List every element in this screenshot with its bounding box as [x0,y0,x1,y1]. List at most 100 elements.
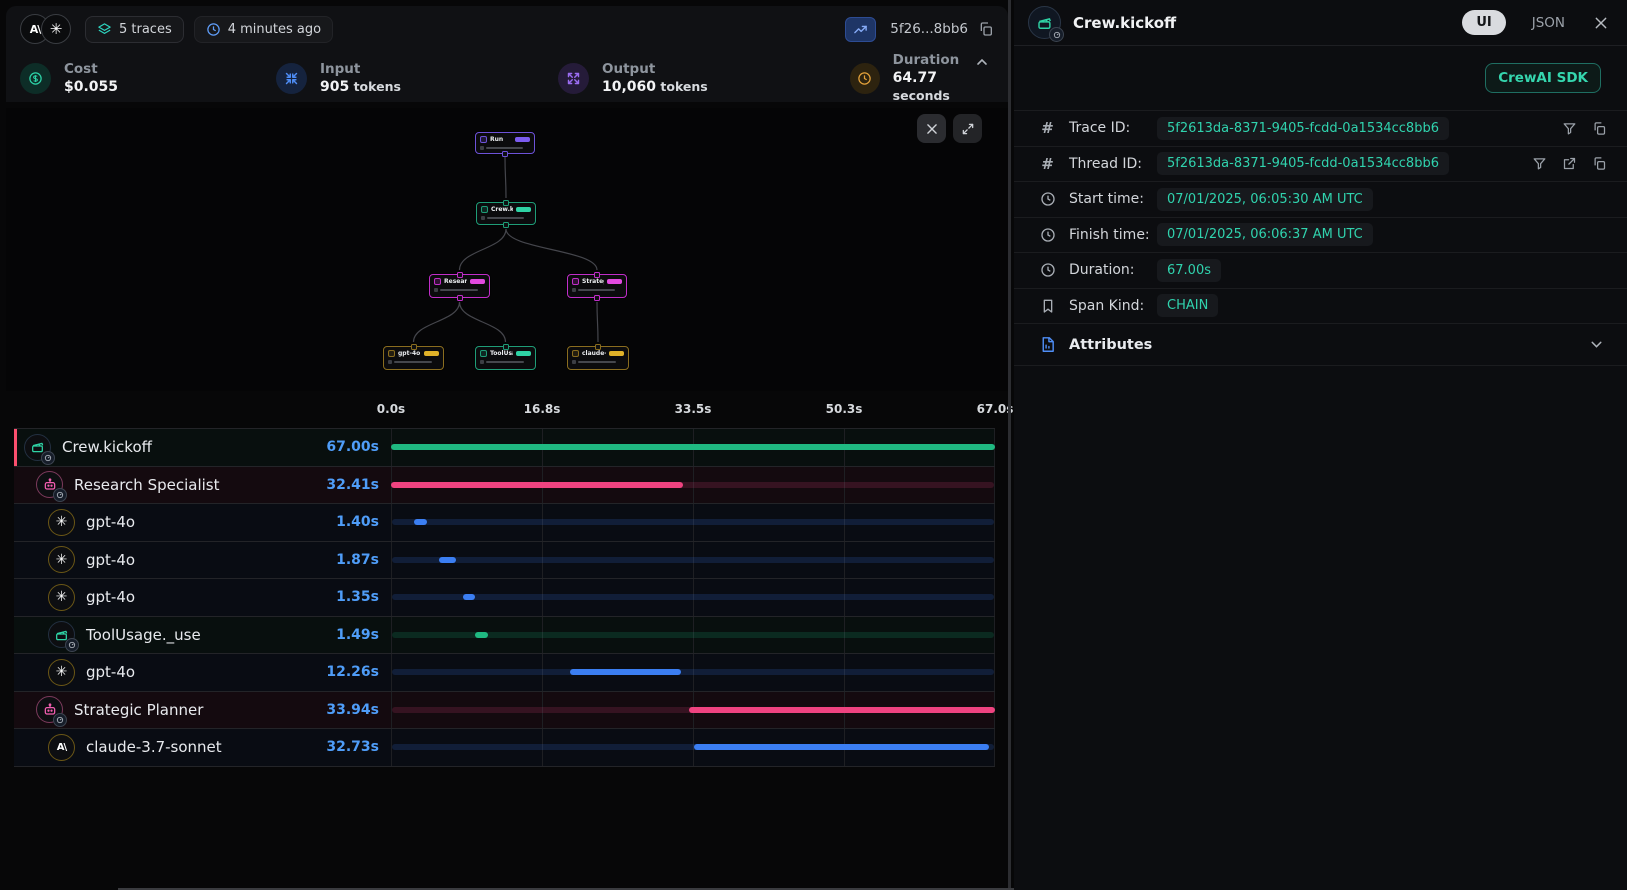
detail-field: Finish time: 07/01/2025, 06:06:37 AM UTC [1014,218,1627,254]
tab-ui[interactable]: UI [1462,10,1505,35]
timeline-row[interactable]: ✳ gpt-4o 1.87s [14,542,995,580]
graph-node-run[interactable]: Run [475,132,535,154]
axis-tick: 0.0s [377,402,405,416]
hash-icon: # [1039,155,1056,173]
field-value[interactable]: 5f2613da-8371-9405-fcdd-0a1534cc8bb6 [1157,152,1449,175]
node-input-handle[interactable] [503,200,509,206]
arrows-in-icon [276,63,307,94]
graph-node-research[interactable]: Research Speciali… [429,274,490,298]
timeline-axis: 0.0s16.8s33.5s50.3s67.0s [14,390,995,428]
span-name: claude-3.7-sonnet [86,738,222,756]
attributes-section-header[interactable]: Attributes [1014,324,1627,366]
attributes-chevron[interactable] [1588,336,1605,353]
timeline-row[interactable]: ✳ gpt-4o 1.35s [14,579,995,617]
span-duration: 33.94s [326,702,379,718]
crew-icon [24,434,51,461]
span-duration: 1.87s [336,552,379,568]
span-duration: 67.00s [326,439,379,455]
timeline-row[interactable]: Crew.kickoff 67.00s [14,429,995,467]
timeline-row[interactable]: Research Specialist 32.41s [14,467,995,505]
copy-icon[interactable] [1592,156,1607,171]
node-output-handle[interactable] [503,222,509,228]
field-value[interactable]: 07/01/2025, 06:05:30 AM UTC [1157,188,1373,211]
copy-trace-id-button[interactable] [978,21,994,37]
time-ago-label: 4 minutes ago [228,22,321,37]
agent-icon [36,696,63,723]
dollar-icon [20,63,51,94]
span-bar[interactable] [391,444,995,450]
graph-node-crew[interactable]: Crew.kickoff [476,202,536,225]
timeline-row[interactable]: ✳ gpt-4o 1.40s [14,504,995,542]
file-attributes-icon [1039,336,1056,353]
graph-node-claude[interactable]: claude-3.7-sonnet [567,346,629,370]
arrows-out-icon [558,63,589,94]
sdk-badge[interactable]: CrewAI SDK [1485,63,1601,93]
span-name: Crew.kickoff [62,438,152,456]
span-bar[interactable] [391,482,683,488]
field-value[interactable]: 5f2613da-8371-9405-fcdd-0a1534cc8bb6 [1157,117,1449,140]
copy-icon[interactable] [1592,121,1607,136]
field-value[interactable]: 07/01/2025, 06:06:37 AM UTC [1157,223,1373,246]
node-input-handle[interactable] [595,344,601,350]
span-name: gpt-4o [86,663,135,681]
axis-tick: 50.3s [826,402,863,416]
openai-logo-icon: ✳ [41,14,71,44]
external-link-icon[interactable] [1562,156,1577,171]
panel-close-button[interactable] [1593,15,1609,31]
node-badge [516,351,531,356]
node-title: claude-3.7-sonnet [582,350,606,357]
traces-count-badge[interactable]: 5 traces [85,16,184,43]
graph-close-button[interactable] [917,114,946,143]
span-name: gpt-4o [86,588,135,606]
span-bar[interactable] [475,632,488,638]
span-bar[interactable] [570,669,681,675]
vertical-scrollbar[interactable] [1008,0,1011,890]
field-value[interactable]: CHAIN [1157,294,1218,317]
provider-avatars: A\ ✳ [20,14,71,44]
field-label: Span Kind: [1069,298,1157,314]
span-duration: 1.40s [336,514,379,530]
timeline-row[interactable]: A\ claude-3.7-sonnet 32.73s [14,729,995,767]
node-subtext [434,288,485,292]
detail-field: Span Kind: CHAIN [1014,289,1627,325]
span-track [392,669,994,675]
clock-icon [1039,191,1056,207]
openai-icon: ✳ [48,584,75,611]
trace-timeline: 0.0s16.8s33.5s50.3s67.0s Crew.kickoff 67… [14,390,995,767]
span-bar[interactable] [463,594,475,600]
field-label: Start time: [1069,191,1157,207]
span-name: ToolUsage._use [86,626,201,644]
span-bar[interactable] [694,744,989,750]
span-bar[interactable] [414,519,427,525]
timeline-row[interactable]: Strategic Planner 33.94s [14,692,995,730]
node-input-handle[interactable] [503,344,509,350]
span-bar[interactable] [689,707,995,713]
timeline-row[interactable]: ToolUsage._use 1.49s [14,617,995,655]
filter-icon[interactable] [1532,156,1547,171]
trend-icon-button[interactable] [845,17,876,42]
graph-node-strategic[interactable]: Strategic Planner [567,274,627,298]
field-label: Thread ID: [1069,156,1157,172]
span-bar[interactable] [439,557,456,563]
graph-node-gpt4o[interactable]: gpt-4o [383,346,444,370]
detail-field: Duration: 67.00s [1014,253,1627,289]
span-duration: 1.49s [336,627,379,643]
crew-icon [48,621,75,648]
node-input-handle[interactable] [594,272,600,278]
node-input-handle[interactable] [457,272,463,278]
graph-node-tool[interactable]: ToolUsage._use [475,346,536,370]
collapse-metrics-button[interactable] [974,54,990,70]
time-ago-badge[interactable]: 4 minutes ago [194,16,333,43]
node-input-handle[interactable] [411,344,417,350]
filter-icon[interactable] [1562,121,1577,136]
field-value[interactable]: 67.00s [1157,259,1221,282]
metric-label: Input [320,61,401,78]
tab-json[interactable]: JSON [1532,15,1565,31]
field-label: Trace ID: [1069,120,1157,136]
field-label: Finish time: [1069,227,1157,243]
graph-expand-button[interactable] [953,114,982,143]
node-output-handle[interactable] [457,295,463,301]
node-output-handle[interactable] [594,295,600,301]
node-output-handle[interactable] [502,151,508,157]
timeline-row[interactable]: ✳ gpt-4o 12.26s [14,654,995,692]
